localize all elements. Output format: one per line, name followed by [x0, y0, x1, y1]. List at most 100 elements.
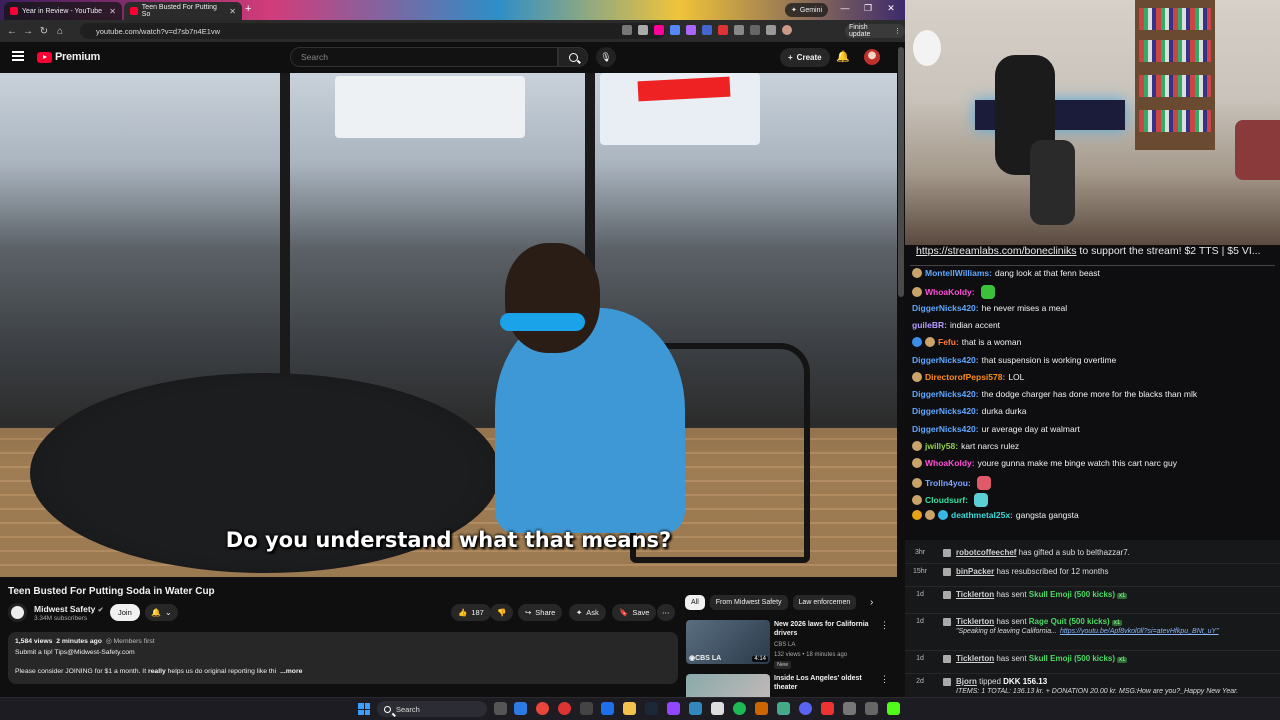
- taskbar-search[interactable]: Search: [377, 701, 487, 717]
- kebab-menu-icon[interactable]: ⋮: [880, 674, 889, 685]
- kebab-menu-icon[interactable]: ⋮: [880, 620, 889, 631]
- share-button[interactable]: ↪ Share: [518, 604, 563, 621]
- search-input[interactable]: Search: [290, 47, 558, 67]
- event-username[interactable]: Ticklerton: [956, 654, 994, 663]
- event-username[interactable]: Ticklerton: [956, 617, 994, 626]
- chat-username[interactable]: Cloudsurf:: [925, 495, 968, 505]
- ask-button[interactable]: ✦ Ask: [569, 604, 606, 621]
- chat-username[interactable]: MontellWilliams:: [925, 268, 992, 278]
- back-icon[interactable]: ←: [4, 26, 20, 37]
- youtube-premium-logo[interactable]: Premium: [37, 51, 100, 63]
- chat-username[interactable]: WhoaKoldy:: [925, 458, 975, 468]
- page-scrollbar[interactable]: [897, 42, 905, 697]
- app-icon[interactable]: [843, 702, 856, 715]
- extension-icon[interactable]: [718, 25, 728, 35]
- hamburger-menu-icon[interactable]: [12, 51, 24, 61]
- extension-icon[interactable]: [686, 25, 696, 35]
- chip-all[interactable]: All: [685, 595, 705, 610]
- app-icon[interactable]: [777, 702, 790, 715]
- steam-icon[interactable]: [645, 702, 658, 715]
- notifications-bell-icon[interactable]: 🔔: [836, 50, 850, 63]
- event-username[interactable]: robotcoffeechef: [956, 548, 1016, 557]
- kick-icon[interactable]: [887, 702, 900, 715]
- description-box[interactable]: 1,584 views 2 minutes ago ◎ Members firs…: [8, 632, 678, 684]
- forward-icon[interactable]: →: [20, 26, 36, 37]
- chat-username[interactable]: WhoaKoldy:: [925, 287, 975, 297]
- chrome-icon[interactable]: [536, 702, 549, 715]
- event-username[interactable]: binPacker: [956, 567, 994, 576]
- close-window-icon[interactable]: ✕: [882, 3, 900, 14]
- event-link[interactable]: https://youtu.be/Apf8vkol0ll?si=atevHfkp…: [1060, 628, 1219, 635]
- gemini-button[interactable]: ✦ Gemini: [785, 3, 829, 17]
- extension-icon[interactable]: [702, 25, 712, 35]
- app-icon[interactable]: [558, 702, 571, 715]
- voice-search-button[interactable]: 🎙: [596, 47, 616, 67]
- address-bar[interactable]: youtube.com/watch?v=d7sb7n4E1vw: [80, 23, 665, 39]
- like-button[interactable]: 👍 187: [451, 604, 491, 621]
- recommended-title[interactable]: Inside Los Angeles' oldest theater: [774, 674, 874, 692]
- install-icon[interactable]: [622, 25, 632, 35]
- star-icon[interactable]: [638, 25, 648, 35]
- profile-icon[interactable]: [782, 25, 792, 35]
- video-thumbnail[interactable]: ◉CBS LA 4:14: [686, 620, 770, 664]
- home-icon[interactable]: ⌂: [52, 26, 68, 37]
- copilot-icon[interactable]: [514, 702, 527, 715]
- chat-username[interactable]: Fefu:: [938, 337, 959, 347]
- minimize-icon[interactable]: —: [836, 3, 854, 13]
- chip-from-channel[interactable]: From Midwest Safety: [709, 595, 788, 610]
- channel-name[interactable]: Midwest Safety ✔: [34, 604, 104, 614]
- finish-update-button[interactable]: Finish update ⋮: [845, 24, 905, 38]
- more-actions-button[interactable]: ⋯: [657, 604, 675, 621]
- save-button[interactable]: 🔖 Save: [612, 604, 657, 621]
- channel-avatar[interactable]: [8, 603, 27, 622]
- chat-username[interactable]: DiggerNicks420:: [912, 355, 979, 365]
- app-icon[interactable]: [711, 702, 724, 715]
- chevron-right-icon[interactable]: ›: [870, 597, 873, 608]
- spotify-icon[interactable]: [733, 702, 746, 715]
- new-tab-button[interactable]: +: [245, 3, 251, 15]
- maximize-icon[interactable]: ❐: [859, 3, 877, 14]
- extension-icon[interactable]: [654, 25, 664, 35]
- chip-law-enforcement[interactable]: Law enforcemen: [792, 595, 857, 610]
- close-tab-icon[interactable]: ✕: [229, 7, 236, 16]
- video-thumbnail[interactable]: [686, 674, 770, 697]
- chat-username[interactable]: DiggerNicks420:: [912, 389, 979, 399]
- subscribe-notifications-button[interactable]: 🔔 ⌄: [145, 604, 178, 621]
- streamlabs-link[interactable]: https://streamlabs.com/bonecliniks: [916, 245, 1076, 257]
- scrollbar-thumb[interactable]: [898, 47, 904, 297]
- recommended-video[interactable]: ◉CBS LA 4:14 New 2026 laws for Californi…: [686, 620, 891, 669]
- app-icon[interactable]: [689, 702, 702, 715]
- app-icon[interactable]: [755, 702, 768, 715]
- chat-username[interactable]: DirectorofPepsi578:: [925, 372, 1005, 382]
- download-icon[interactable]: [766, 25, 776, 35]
- event-username[interactable]: Bjorn: [956, 677, 977, 686]
- chat-username[interactable]: DiggerNicks420:: [912, 406, 979, 416]
- create-button[interactable]: + Create: [780, 48, 830, 67]
- chat-username[interactable]: deathmetal25x:: [951, 510, 1013, 520]
- app-icon[interactable]: [580, 702, 593, 715]
- event-username[interactable]: Ticklerton: [956, 590, 994, 599]
- reload-icon[interactable]: ↻: [36, 26, 52, 37]
- file-explorer-icon[interactable]: [623, 702, 636, 715]
- close-tab-icon[interactable]: ✕: [109, 7, 116, 16]
- task-view-icon[interactable]: [494, 702, 507, 715]
- tab-year-in-review[interactable]: Year in Review - YouTube ✕: [4, 2, 122, 20]
- puzzle-icon[interactable]: [734, 25, 744, 35]
- dislike-button[interactable]: 👎: [490, 604, 514, 621]
- chat-username[interactable]: DiggerNicks420:: [912, 424, 979, 434]
- sidebar-icon[interactable]: [750, 25, 760, 35]
- tab-teen-busted[interactable]: Teen Busted For Putting So ✕: [124, 2, 242, 20]
- app-icon[interactable]: [865, 702, 878, 715]
- windows-start-icon[interactable]: [358, 703, 370, 715]
- edge-icon[interactable]: [601, 702, 614, 715]
- account-avatar[interactable]: [864, 49, 880, 65]
- join-button[interactable]: Join: [110, 604, 140, 621]
- chat-username[interactable]: guileBR:: [912, 320, 947, 330]
- chat-username[interactable]: Trolln4you:: [925, 478, 971, 488]
- recommended-title[interactable]: New 2026 laws for California drivers: [774, 620, 874, 638]
- video-player[interactable]: Do you understand what that means?: [0, 73, 897, 577]
- show-more-link[interactable]: ...more: [280, 668, 302, 675]
- search-button[interactable]: [558, 47, 588, 67]
- app-icon[interactable]: [821, 702, 834, 715]
- chat-username[interactable]: jwilly58:: [925, 441, 958, 451]
